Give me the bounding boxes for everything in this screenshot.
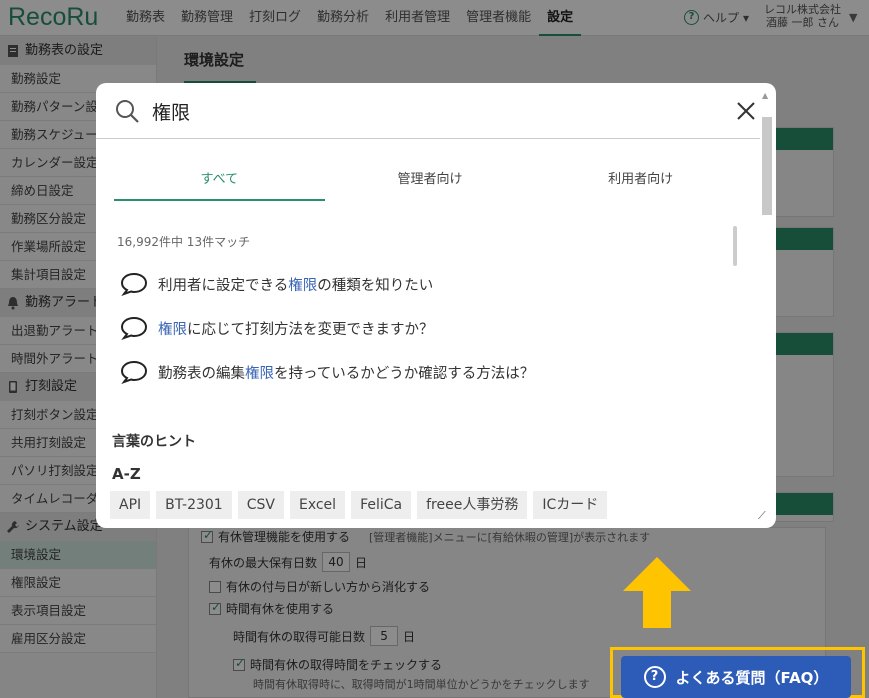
arrow-down-icon (623, 557, 691, 628)
keyword-chip[interactable]: API (110, 491, 151, 519)
search-modal: すべて 管理者向け 利用者向け 16,992件中 13件マッチ 利用者に設定でき… (96, 83, 776, 528)
az-heading: A-Z (112, 465, 141, 483)
keyword-chip[interactable]: ICカード (533, 491, 608, 519)
search-result[interactable]: 権限に応じて打刻方法を変更できますか？ (120, 316, 434, 340)
keyword-chip[interactable]: Excel (289, 491, 346, 519)
search-icon (116, 100, 139, 123)
scroll-up-arrow-icon[interactable]: ▲ (762, 91, 768, 100)
faq-button[interactable]: ? よくある質問（FAQ） (621, 656, 851, 698)
speech-bubble-icon (120, 316, 148, 340)
tab-all[interactable]: すべて (114, 165, 325, 201)
search-bar (96, 83, 760, 139)
keyword-chip[interactable]: FeliCa (351, 491, 412, 519)
results-scrollbar[interactable] (733, 226, 737, 266)
speech-bubble-icon (120, 360, 148, 384)
tab-for-users[interactable]: 利用者向け (535, 165, 746, 201)
question-icon: ? (643, 666, 666, 688)
result-highlight: 権限 (158, 321, 187, 338)
keyword-chips: API BT-2301 CSV Excel FeliCa freee人事労務 I… (110, 491, 608, 519)
resize-handle-icon[interactable]: ⟋ (758, 509, 766, 523)
search-result[interactable]: 利用者に設定できる権限の種類を知りたい (120, 272, 433, 296)
search-input[interactable] (152, 97, 712, 125)
keyword-chip[interactable]: freee人事労務 (417, 491, 528, 519)
keyword-chip[interactable]: CSV (237, 491, 284, 519)
result-highlight: 権限 (245, 365, 274, 382)
speech-bubble-icon (120, 272, 148, 296)
result-highlight: 権限 (288, 277, 318, 294)
faq-label: よくある質問（FAQ） (675, 668, 829, 687)
result-text: 権限に応じて打刻方法を変更できますか？ (158, 321, 434, 338)
result-count: 16,992件中 13件マッチ (117, 235, 251, 249)
search-result[interactable]: 勤務表の編集権限を持っているかどうか確認する方法は？ (120, 360, 534, 384)
result-text: 利用者に設定できる権限の種類を知りたい (158, 277, 434, 294)
word-hints-title: 言葉のヒント (112, 434, 196, 450)
keyword-chip[interactable]: BT-2301 (156, 491, 232, 519)
tab-for-admins[interactable]: 管理者向け (325, 165, 536, 201)
result-text: 勤務表の編集権限を持っているかどうか確認する方法は？ (158, 365, 535, 382)
modal-scrollbar-thumb[interactable] (762, 117, 772, 215)
close-icon[interactable] (734, 99, 758, 123)
search-tabs: すべて 管理者向け 利用者向け (114, 165, 746, 201)
